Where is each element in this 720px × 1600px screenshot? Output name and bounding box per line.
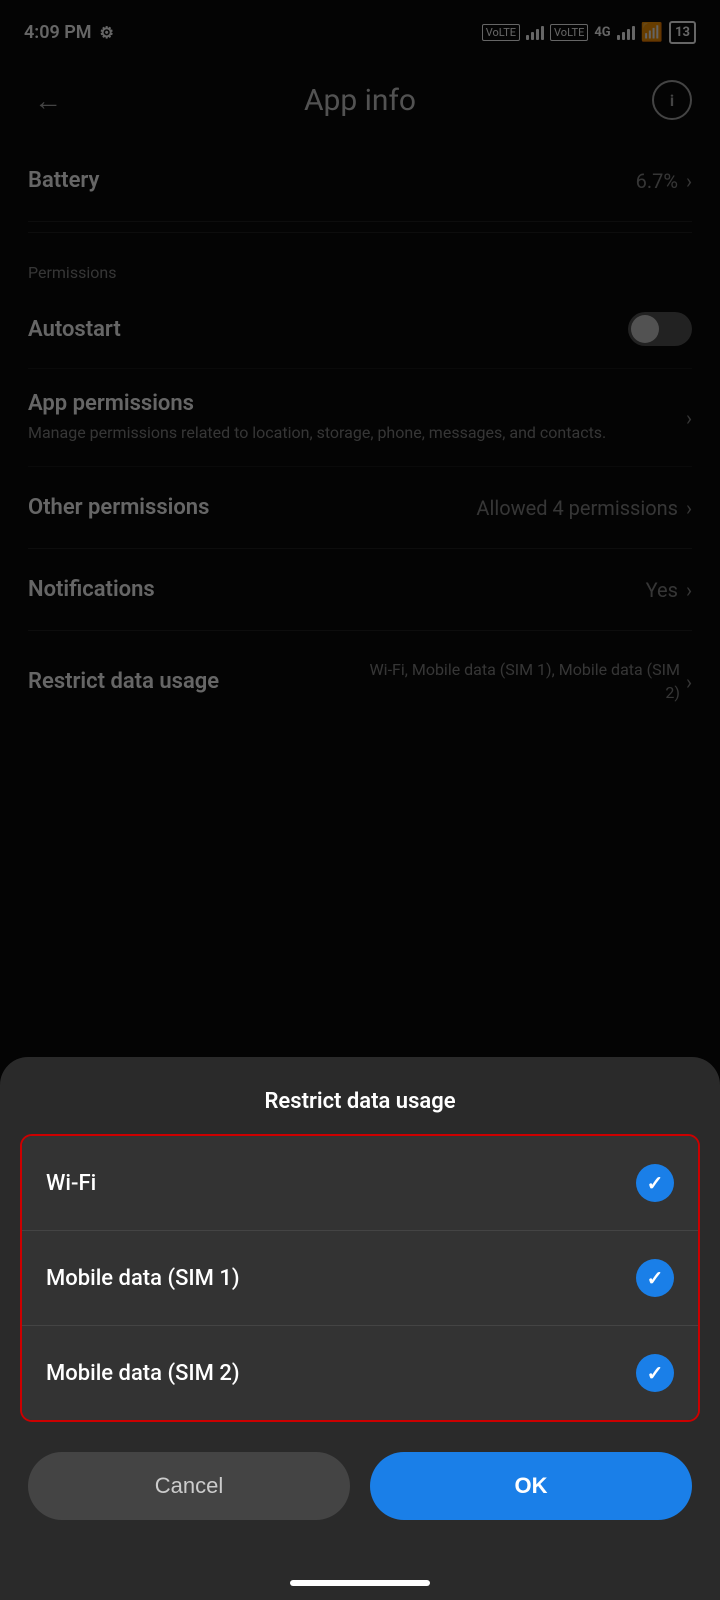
ok-button[interactable]: OK <box>370 1452 692 1520</box>
cancel-button[interactable]: Cancel <box>28 1452 350 1520</box>
home-indicator <box>290 1580 430 1586</box>
wifi-option-label: Wi-Fi <box>46 1171 96 1196</box>
dialog-title: Restrict data usage <box>0 1057 720 1134</box>
mobile-sim2-checkbox[interactable]: ✓ <box>636 1354 674 1392</box>
wifi-option-item[interactable]: Wi-Fi ✓ <box>22 1136 698 1231</box>
mobile-sim2-option-label: Mobile data (SIM 2) <box>46 1361 240 1386</box>
mobile-sim1-checkmark-icon: ✓ <box>647 1266 664 1290</box>
mobile-sim1-option-label: Mobile data (SIM 1) <box>46 1266 240 1291</box>
mobile-sim1-option-item[interactable]: Mobile data (SIM 1) ✓ <box>22 1231 698 1326</box>
restrict-data-dialog: Restrict data usage Wi-Fi ✓ Mobile data … <box>0 1057 720 1600</box>
dialog-buttons: Cancel OK <box>0 1442 720 1540</box>
data-options-list: Wi-Fi ✓ Mobile data (SIM 1) ✓ Mobile dat… <box>20 1134 700 1422</box>
mobile-sim2-option-item[interactable]: Mobile data (SIM 2) ✓ <box>22 1326 698 1420</box>
wifi-checkmark-icon: ✓ <box>647 1171 664 1195</box>
mobile-sim2-checkmark-icon: ✓ <box>647 1361 664 1385</box>
mobile-sim1-checkbox[interactable]: ✓ <box>636 1259 674 1297</box>
wifi-checkbox[interactable]: ✓ <box>636 1164 674 1202</box>
